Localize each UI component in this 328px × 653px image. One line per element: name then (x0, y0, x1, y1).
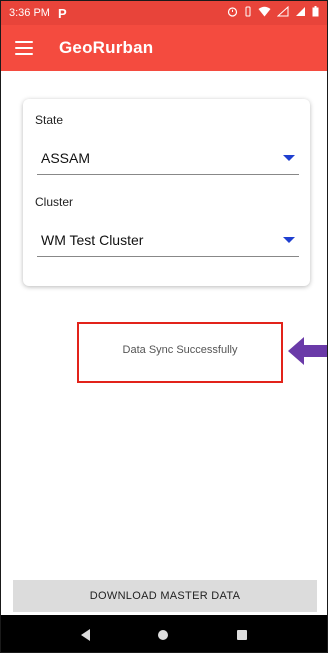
state-dropdown[interactable]: ASSAM (37, 141, 299, 175)
home-icon[interactable] (158, 629, 169, 640)
signal-icon (295, 6, 306, 20)
chevron-down-icon (283, 236, 295, 243)
navigation-bar (1, 615, 327, 652)
alarm-icon (227, 6, 238, 20)
app-bar: GeoRurban (1, 25, 327, 71)
sync-message-text: Data Sync Successfully (122, 343, 238, 356)
annotation-arrow-icon (288, 337, 327, 365)
app-title: GeoRurban (59, 38, 154, 57)
download-master-data-button[interactable]: DOWNLOAD MASTER DATA (13, 580, 317, 612)
cluster-label: Cluster (35, 195, 74, 209)
selection-card: State ASSAM Cluster WM Test Cluster (23, 99, 310, 286)
state-label: State (35, 113, 64, 127)
chevron-down-icon (283, 154, 295, 161)
data-icon (276, 5, 289, 20)
phone-screen: 3:36 PM P GeoRurban State ASSAM Cluster … (0, 0, 328, 653)
status-bar: 3:36 PM P (1, 1, 327, 25)
hamburger-menu-icon[interactable] (15, 41, 33, 55)
cluster-dropdown[interactable]: WM Test Cluster (37, 223, 299, 257)
status-icons (227, 5, 319, 20)
battery-icon (312, 6, 319, 20)
wifi-icon (258, 6, 271, 20)
status-time: 3:36 PM (9, 7, 50, 19)
state-value: ASSAM (41, 149, 91, 166)
vibrate-icon (244, 6, 252, 20)
notification-p-icon: P (57, 5, 67, 21)
back-icon[interactable] (81, 628, 91, 641)
cluster-value: WM Test Cluster (41, 231, 144, 248)
recent-apps-icon[interactable] (236, 629, 247, 640)
sync-message-highlight: Data Sync Successfully (77, 322, 283, 383)
